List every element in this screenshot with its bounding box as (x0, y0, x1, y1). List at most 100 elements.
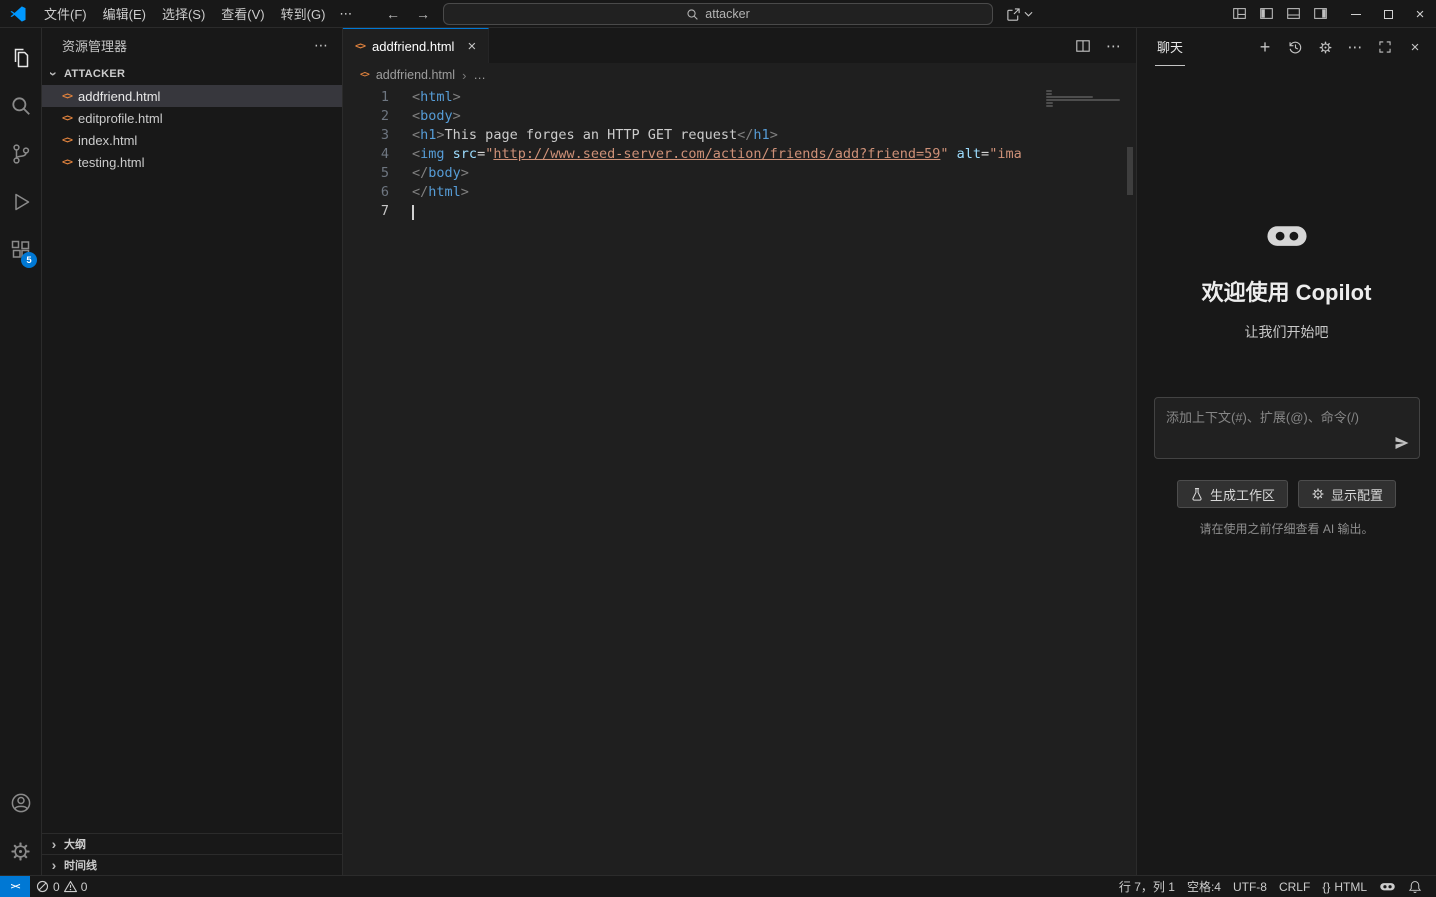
folder-section-attacker[interactable]: › ATTACKER (42, 63, 342, 85)
file-name: index.html (78, 132, 138, 148)
breadcrumb-more[interactable]: … (473, 68, 486, 82)
toggle-panel-button[interactable] (1286, 6, 1301, 21)
code-line[interactable]: 4 <img src="http://www.seed-server.com/ac… (343, 145, 1044, 164)
chat-panel-header: 聊天 + ⋯ × (1137, 28, 1436, 66)
menu-file[interactable]: 文件(F) (36, 1, 95, 26)
file-item-testing[interactable]: <> testing.html (42, 151, 342, 173)
tab-addfriend[interactable]: <> addfriend.html × (343, 28, 490, 63)
scrollbar-thumb[interactable] (1127, 147, 1133, 195)
code-line[interactable]: 1 <html> (343, 88, 1044, 107)
remote-indicator[interactable]: >< (0, 876, 30, 897)
html-file-icon: <> (355, 40, 366, 52)
breadcrumb-file[interactable]: addfriend.html (376, 68, 455, 82)
activity-extensions-button[interactable]: 5 (0, 226, 41, 274)
outline-section-header[interactable]: › 大纲 (42, 833, 342, 854)
file-name: addfriend.html (78, 88, 161, 104)
line-number: 4 (380, 146, 389, 162)
search-command-center[interactable]: attacker (443, 3, 993, 25)
language-mode-indicator[interactable]: {} HTML (1316, 876, 1373, 897)
code-line[interactable]: 3 <h1>This page forges an HTTP GET reques… (343, 126, 1044, 145)
minimap-line (1046, 105, 1053, 107)
search-icon (10, 95, 32, 117)
search-value: attacker (705, 7, 750, 21)
chat-settings-button[interactable] (1316, 38, 1334, 56)
accounts-button[interactable] (0, 779, 41, 827)
minimap-line (1046, 93, 1052, 95)
chat-more-actions-button[interactable]: ⋯ (1346, 38, 1364, 56)
editor-more-actions-button[interactable]: ⋯ (1106, 37, 1121, 55)
forward-button[interactable]: → (416, 6, 430, 22)
new-window-dropdown-button[interactable] (1006, 0, 1033, 28)
line-number: 6 (380, 184, 389, 200)
minimap-line (1046, 96, 1093, 98)
new-chat-button[interactable]: + (1256, 37, 1274, 57)
close-window-button[interactable]: × (1404, 0, 1436, 28)
code-line[interactable]: 7 (343, 202, 1044, 221)
menu-selection[interactable]: 选择(S) (154, 1, 213, 26)
chat-input[interactable] (1155, 398, 1419, 458)
editor-group: <> addfriend.html × ⋯ <> addfriend.html … (343, 28, 1136, 875)
encoding-indicator[interactable]: UTF-8 (1227, 876, 1273, 897)
chat-history-button[interactable] (1286, 38, 1304, 56)
line-number: 2 (380, 108, 389, 124)
menu-overflow-button[interactable]: ⋯ (333, 3, 358, 25)
show-config-button[interactable]: 显示配置 (1298, 480, 1397, 508)
chat-input-box[interactable] (1154, 397, 1420, 459)
manage-settings-button[interactable] (0, 827, 41, 875)
file-item-editprofile[interactable]: <> editprofile.html (42, 107, 342, 129)
split-editor-button[interactable] (1075, 38, 1091, 54)
copilot-icon (1379, 880, 1396, 893)
file-name: editprofile.html (78, 110, 163, 126)
code-editor[interactable]: 1 <html> 2 <body> 3 <h1>This page forges an H… (343, 87, 1136, 875)
activity-run-debug-button[interactable] (0, 178, 41, 226)
chevron-down-icon: › (46, 71, 62, 77)
notifications-bell-button[interactable] (1402, 876, 1428, 897)
sidebar-more-actions-button[interactable]: ⋯ (314, 37, 328, 54)
file-item-index[interactable]: <> index.html (42, 129, 342, 151)
vscode-window: 文件(F) 编辑(E) 选择(S) 查看(V) 转到(G) ⋯ ← → atta… (0, 0, 1436, 897)
activity-search-button[interactable] (0, 82, 41, 130)
cursor-position-indicator[interactable]: 行 7，列 1 (1113, 876, 1181, 897)
line-number: 1 (380, 89, 389, 105)
line-number: 7 (380, 203, 389, 219)
maximize-icon (1383, 9, 1393, 19)
code-line[interactable]: 6 </html> (343, 183, 1044, 202)
tab-chat[interactable]: 聊天 (1155, 28, 1186, 66)
menu-edit[interactable]: 编辑(E) (95, 1, 154, 26)
activity-source-control-button[interactable] (0, 130, 41, 178)
activity-explorer-button[interactable] (0, 34, 41, 82)
maximize-panel-button[interactable] (1376, 38, 1394, 56)
code-line[interactable]: 5 </body> (343, 164, 1044, 183)
copilot-chat-panel: 聊天 + ⋯ × 欢迎使用 Copilot 让我们开始吧 生成工作区 (1136, 28, 1436, 875)
toggle-primary-sidebar-button[interactable] (1259, 6, 1274, 21)
customize-layout-button[interactable] (1232, 6, 1247, 21)
send-icon[interactable] (1394, 435, 1410, 451)
timeline-section-header[interactable]: › 时间线 (42, 854, 342, 875)
timeline-label: 时间线 (64, 860, 97, 872)
back-button[interactable]: ← (386, 6, 400, 22)
html-file-icon: <> (62, 90, 73, 102)
outline-label: 大纲 (64, 839, 86, 851)
minimize-button[interactable] (1340, 0, 1372, 28)
gear-icon (9, 840, 32, 863)
files-icon (9, 46, 33, 70)
close-tab-icon[interactable]: × (467, 38, 476, 55)
maximize-button[interactable] (1372, 0, 1404, 28)
code-line[interactable]: 2 <body> (343, 107, 1044, 126)
copilot-status-button[interactable] (1373, 876, 1402, 897)
menu-view[interactable]: 查看(V) (213, 1, 272, 26)
title-bar: 文件(F) 编辑(E) 选择(S) 查看(V) 转到(G) ⋯ ← → atta… (0, 0, 1436, 28)
indentation-indicator[interactable]: 空格:4 (1181, 876, 1227, 897)
explorer-sidebar: 资源管理器 ⋯ › ATTACKER <> addfriend.html <> … (42, 28, 343, 875)
code-text: </html> (412, 184, 469, 200)
minimap[interactable] (1046, 90, 1124, 111)
generate-workspace-button[interactable]: 生成工作区 (1176, 480, 1288, 508)
file-item-addfriend[interactable]: <> addfriend.html (42, 85, 342, 107)
toggle-secondary-sidebar-button[interactable] (1313, 6, 1328, 21)
chevron-right-icon: › (51, 857, 57, 873)
problems-indicator[interactable]: 0 0 (30, 876, 93, 897)
close-panel-button[interactable]: × (1406, 38, 1424, 56)
menu-go[interactable]: 转到(G) (273, 1, 334, 26)
code-text: <h1>This page forges an HTTP GET request… (412, 127, 778, 143)
eol-indicator[interactable]: CRLF (1273, 876, 1316, 897)
